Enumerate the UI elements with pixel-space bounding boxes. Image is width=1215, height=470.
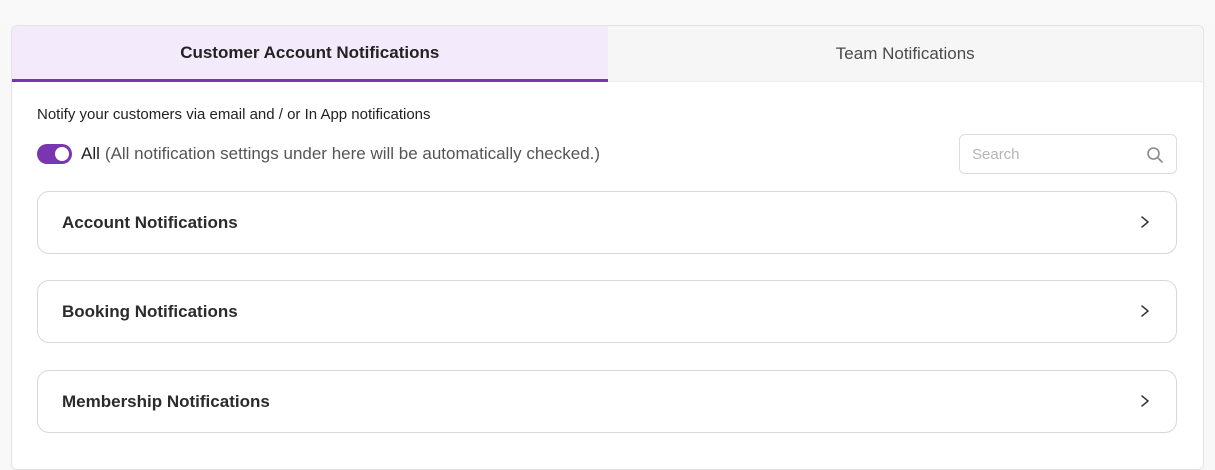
chevron-right-icon [1141, 305, 1149, 317]
all-toggle-label: All [81, 144, 100, 163]
tab-label: Team Notifications [835, 43, 975, 63]
toggle-knob [55, 147, 69, 161]
tab-bar: Customer Account Notifications Team Noti… [12, 26, 1203, 82]
section-booking-notifications[interactable]: Booking Notifications [37, 280, 1177, 343]
notifications-panel: Customer Account Notifications Team Noti… [11, 25, 1204, 470]
search-icon[interactable] [1146, 146, 1164, 164]
section-account-notifications[interactable]: Account Notifications [37, 191, 1177, 254]
description-text: Notify your customers via email and / or… [37, 106, 431, 123]
all-toggle-note: (All notification settings under here wi… [104, 144, 601, 163]
section-title: Account Notifications [62, 212, 238, 232]
tab-label: Customer Account Notifications [180, 42, 440, 62]
search-box [959, 134, 1177, 174]
section-title: Booking Notifications [62, 301, 238, 321]
chevron-right-icon [1141, 216, 1149, 228]
chevron-right-icon [1141, 395, 1149, 407]
section-membership-notifications[interactable]: Membership Notifications [37, 370, 1177, 433]
all-toggle-row: All (All notification settings under her… [37, 144, 600, 164]
search-input[interactable] [960, 145, 1140, 163]
top-band [0, 0, 1215, 24]
section-title: Membership Notifications [62, 391, 270, 411]
all-toggle-switch[interactable] [37, 144, 72, 164]
tab-team-notifications[interactable]: Team Notifications [607, 26, 1203, 82]
tab-customer-account-notifications[interactable]: Customer Account Notifications [12, 26, 608, 82]
